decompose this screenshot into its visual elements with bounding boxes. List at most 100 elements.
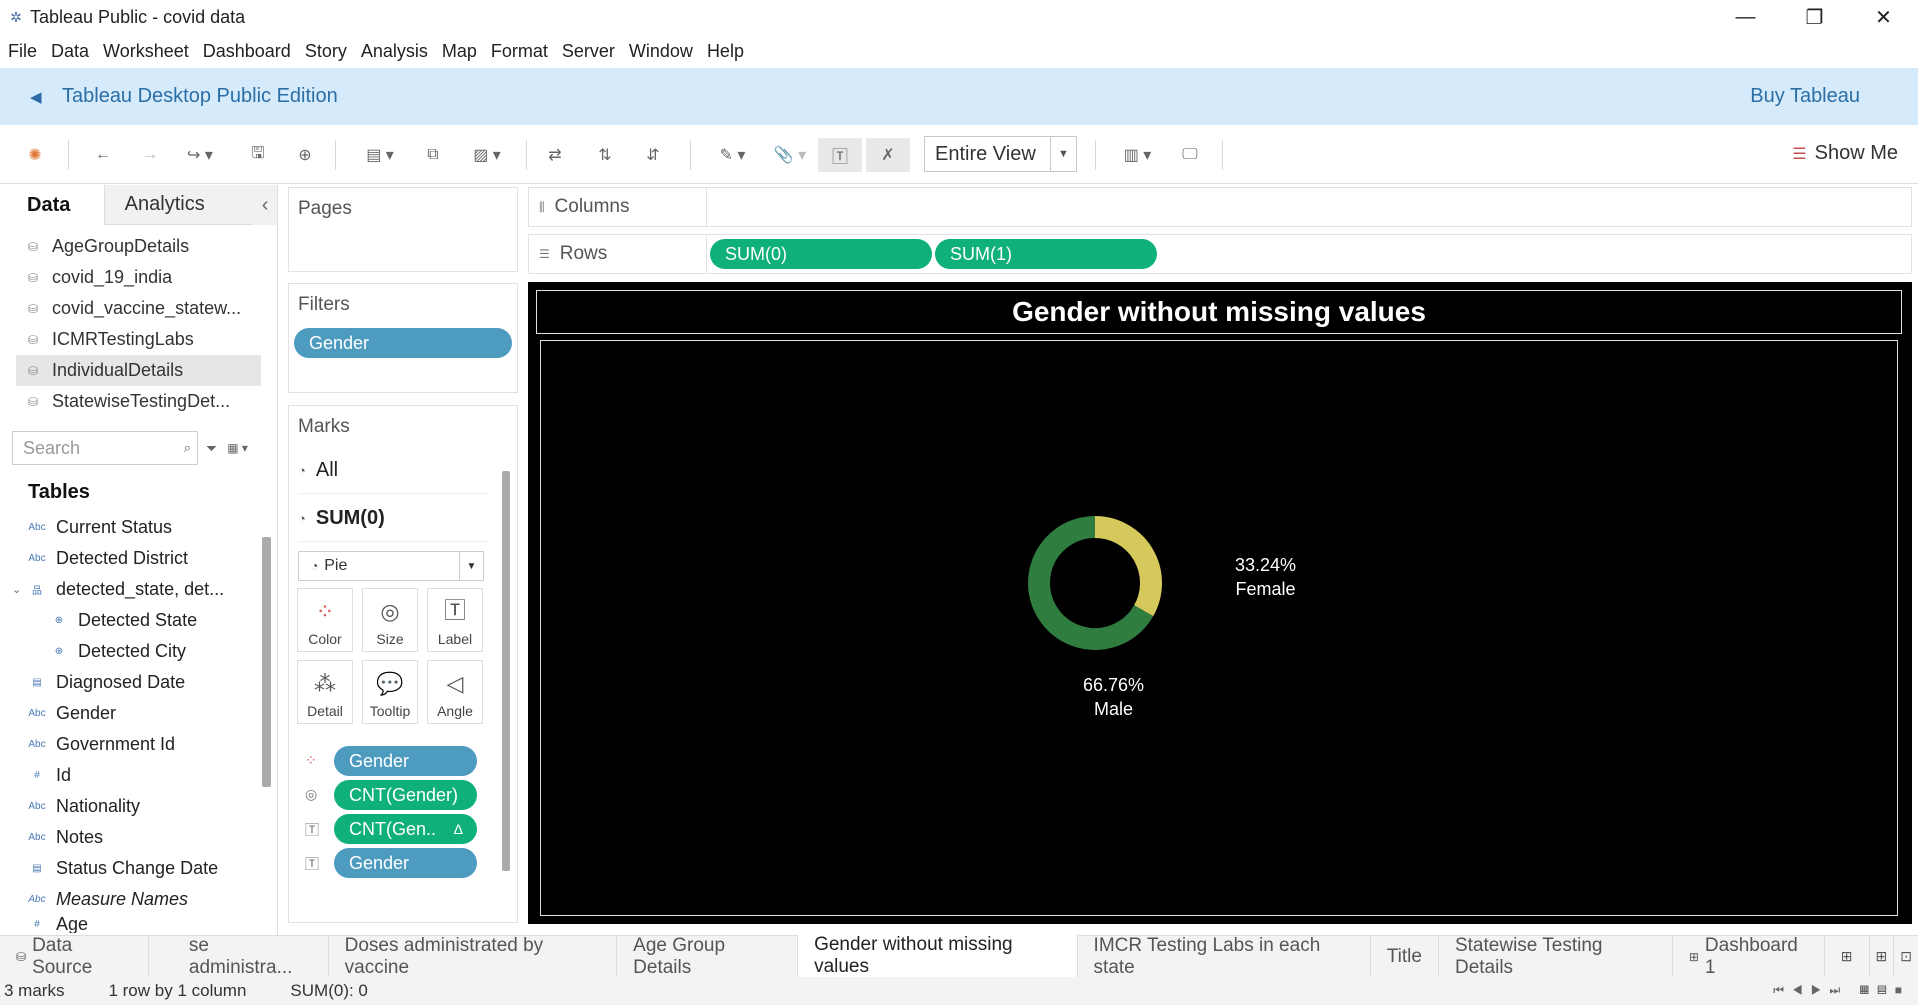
sheet-tab[interactable]: Doses administrated by vaccine — [329, 935, 618, 978]
field-item[interactable]: # Id — [0, 760, 254, 791]
menu-file[interactable]: File — [8, 41, 37, 62]
chevron-down-icon[interactable]: ▼ — [459, 552, 483, 580]
field-list-scrollbar[interactable] — [262, 537, 271, 787]
tableau-logo-icon[interactable]: ✺ — [20, 138, 50, 172]
new-story-tab-icon[interactable]: ⊡ — [1894, 936, 1918, 978]
donut-slice-female[interactable] — [1094, 516, 1162, 617]
field-item[interactable]: Abc Government Id — [0, 729, 254, 760]
restore-button[interactable]: ❐ — [1780, 0, 1849, 34]
sort-descending-icon[interactable]: ⇵ — [638, 138, 668, 172]
field-item[interactable]: ⊕ Detected City — [0, 636, 254, 667]
group-members-icon[interactable]: 📎 ▾ — [765, 138, 815, 172]
tab-data-source[interactable]: ⛁ Data Source — [0, 935, 149, 978]
field-item[interactable]: # Age — [0, 915, 254, 933]
menu-map[interactable]: Map — [442, 41, 477, 62]
sheet-tab[interactable]: Age Group Details — [617, 935, 799, 978]
color-button[interactable]: ⁘ Color — [297, 588, 353, 652]
menu-help[interactable]: Help — [707, 41, 744, 62]
marks-scrollbar[interactable] — [502, 471, 510, 871]
buy-tableau-link[interactable]: Buy Tableau — [1750, 85, 1860, 108]
sheet-tab[interactable]: IMCR Testing Labs in each state — [1078, 935, 1371, 978]
close-button[interactable]: ✕ — [1849, 0, 1918, 34]
columns-shelf[interactable]: ⫼ Columns — [528, 187, 1912, 227]
view-canvas[interactable]: Gender without missing values 33.24% Fema… — [528, 282, 1912, 924]
search-input[interactable]: Search ⌕ — [12, 431, 198, 465]
filters-card[interactable]: Filters Gender — [288, 283, 518, 393]
field-item[interactable]: Abc Measure Names — [0, 884, 254, 915]
collapse-pane-icon[interactable]: ‹ — [253, 185, 277, 225]
sheet-tab[interactable]: se administra... — [149, 935, 329, 978]
field-item[interactable]: Abc Detected District — [0, 543, 254, 574]
pages-card[interactable]: Pages — [288, 187, 518, 272]
size-button[interactable]: ◎ Size — [362, 588, 418, 652]
sheet-navigation-icons[interactable]: ⏮◀▶⏭ ▦▤■ — [1773, 983, 1910, 998]
field-item[interactable]: Abc Current Status — [0, 512, 254, 543]
field-item[interactable]: ▤ Status Change Date — [0, 853, 254, 884]
highlight-icon[interactable]: ✎ ▾ — [710, 138, 755, 172]
view-mode-select[interactable]: Entire View ▼ — [924, 136, 1077, 172]
rows-pill-sum1[interactable]: SUM(1) — [935, 239, 1157, 269]
menu-format[interactable]: Format — [491, 41, 548, 62]
undo-icon[interactable]: ← — [88, 138, 118, 172]
angle-button[interactable]: ◁ Angle — [427, 660, 483, 724]
data-source-item[interactable]: ⛁ ICMRTestingLabs — [0, 324, 277, 355]
field-item[interactable]: Abc Nationality — [0, 791, 254, 822]
duplicate-sheet-icon[interactable]: ⧉ — [418, 138, 448, 172]
fix-axes-icon[interactable]: ✗ — [866, 138, 910, 172]
new-datasource-icon[interactable]: ⊕ — [290, 138, 320, 172]
menu-worksheet[interactable]: Worksheet — [103, 41, 189, 62]
marks-pill-cnt-gender-label[interactable]: CNT(Gen.. Δ — [334, 814, 477, 844]
rows-pill-sum0[interactable]: SUM(0) — [710, 239, 932, 269]
new-worksheet-icon[interactable]: ▤ ▾ — [355, 138, 405, 172]
swap-rows-columns-icon[interactable]: ⇄ — [540, 138, 570, 172]
marks-pill-gender-color[interactable]: Gender — [334, 746, 477, 776]
clear-sheet-icon[interactable]: ▨ ▾ — [462, 138, 512, 172]
field-item[interactable]: ⊕ Detected State — [0, 605, 254, 636]
tab-data[interactable]: Data — [0, 185, 104, 225]
chevron-down-icon[interactable]: ▼ — [1050, 137, 1076, 171]
show-me-button[interactable]: ☰ Show Me — [1792, 142, 1898, 165]
show-mark-labels-icon[interactable]: 🅃 — [818, 138, 862, 172]
new-dashboard-tab-icon[interactable]: ⊞ — [1870, 935, 1895, 978]
label-button[interactable]: 🅃 Label — [427, 588, 483, 652]
sheet-tab-dashboard[interactable]: ⊞ Dashboard 1 — [1673, 935, 1825, 978]
menu-window[interactable]: Window — [629, 41, 693, 62]
new-worksheet-tab-icon[interactable]: ⊞ — [1825, 935, 1870, 978]
marks-pill-gender-label[interactable]: Gender — [334, 848, 477, 878]
filter-pill-gender[interactable]: Gender — [294, 328, 512, 358]
replay-icon[interactable]: ↪ ▾ — [180, 138, 220, 172]
field-item[interactable]: ▤ Diagnosed Date — [0, 667, 254, 698]
marks-sum0-row[interactable]: ◔ SUM(0) — [298, 496, 488, 542]
filter-icon[interactable]: ⏷ — [206, 440, 217, 457]
cards-toggle-icon[interactable]: ▥ ▾ — [1115, 138, 1160, 172]
mark-type-select[interactable]: ◔ Pie ▼ — [298, 551, 484, 581]
data-source-item[interactable]: ⛁ AgeGroupDetails — [0, 231, 277, 262]
view-options-icon[interactable]: ▦ ▾ — [227, 441, 248, 455]
detail-button[interactable]: ⁂ Detail — [297, 660, 353, 724]
menu-server[interactable]: Server — [562, 41, 615, 62]
sheet-tab-active[interactable]: Gender without missing values — [798, 933, 1078, 978]
field-item[interactable]: Abc Notes — [0, 822, 254, 853]
menu-analysis[interactable]: Analysis — [361, 41, 428, 62]
rows-shelf[interactable]: ☰ Rows SUM(0) SUM(1) — [528, 234, 1912, 274]
data-source-item[interactable]: ⛁ covid_vaccine_statew... — [0, 293, 277, 324]
menu-data[interactable]: Data — [51, 41, 89, 62]
marks-pill-cnt-gender-size[interactable]: CNT(Gender) — [334, 780, 477, 810]
menu-story[interactable]: Story — [305, 41, 347, 62]
sheet-tab[interactable]: Statewise Testing Details — [1439, 935, 1673, 978]
field-item[interactable]: ⌄ 品 detected_state, det... — [0, 574, 254, 605]
minimize-button[interactable]: — — [1711, 0, 1780, 34]
data-source-item[interactable]: ⛁ covid_19_india — [0, 262, 277, 293]
redo-icon[interactable]: → — [135, 138, 165, 172]
marks-all-row[interactable]: ◔ All — [298, 448, 488, 494]
presentation-mode-icon[interactable]: 🖵 — [1175, 138, 1205, 172]
save-icon[interactable]: 🖫 — [243, 138, 273, 172]
tooltip-button[interactable]: 💬 Tooltip — [362, 660, 418, 724]
tab-analytics[interactable]: Analytics — [103, 185, 254, 225]
data-source-item-selected[interactable]: ⛁ IndividualDetails — [16, 355, 261, 386]
menu-dashboard[interactable]: Dashboard — [203, 41, 291, 62]
sort-ascending-icon[interactable]: ⇅ — [590, 138, 620, 172]
field-item[interactable]: Abc Gender — [0, 698, 254, 729]
sheet-tab[interactable]: Title — [1371, 935, 1439, 978]
data-source-item[interactable]: ⛁ StatewiseTestingDet... — [0, 386, 277, 417]
